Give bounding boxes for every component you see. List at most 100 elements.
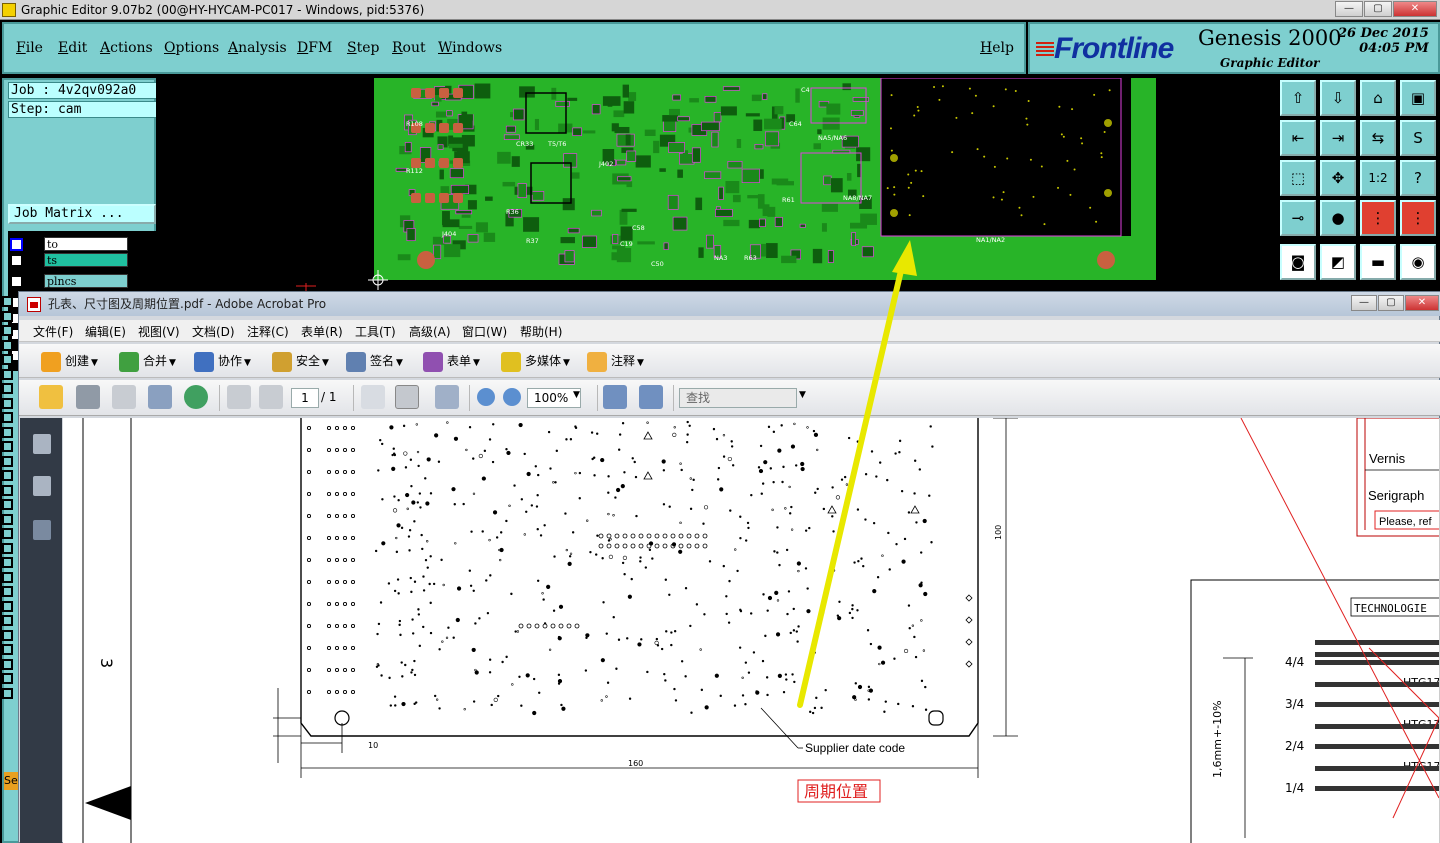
job-matrix-button[interactable]: Job Matrix ...	[8, 204, 156, 224]
acrobat-menu-view[interactable]: 视图(V)	[138, 323, 180, 340]
layer-edge-square	[2, 354, 13, 365]
pcb-canvas[interactable]: R108 R112 CR33 T5/T6 J404 C4 C64 NA5/NA6 NA8/NA7…	[156, 78, 1276, 293]
genesis-title-bar: Graphic Editor 9.07b2 (00@HY-HYCAM-PC017…	[0, 0, 1440, 20]
layer-edge-square	[2, 673, 13, 684]
pcb-label: R61	[782, 196, 795, 204]
menu-step[interactable]: Step	[347, 40, 379, 56]
stackup-layer-fraction: 1/4	[1285, 781, 1304, 795]
layer-edge-square	[2, 687, 13, 699]
toolbox-route-icon[interactable]: S	[1400, 120, 1436, 156]
table-row-serigraph: Serigraph	[1368, 488, 1424, 503]
page-number-input[interactable]: 1	[291, 388, 319, 408]
mounting-hole-left	[417, 251, 435, 269]
tooling-hole-right	[928, 710, 944, 726]
find-dropdown-icon[interactable]: ▼	[799, 390, 806, 400]
toolbox-net-icon[interactable]: ⋮	[1360, 200, 1396, 236]
save-icon[interactable]	[112, 385, 136, 409]
menu-windows[interactable]: Windows	[438, 40, 502, 56]
menu-help[interactable]: Help	[980, 40, 1014, 56]
attachments-panel-icon[interactable]	[33, 476, 51, 496]
menu-edit[interactable]: Edit	[58, 40, 87, 56]
layer-row-ts[interactable]: ts	[8, 252, 158, 268]
toolbox-snap-icon[interactable]: ◙	[1280, 244, 1316, 280]
zoom-dropdown-icon[interactable]: ▼	[573, 390, 580, 400]
acrobat-menu-forms[interactable]: 表单(R)	[301, 323, 343, 340]
comment-button[interactable]: 注释 ▼	[587, 351, 644, 373]
acrobat-minimize-button[interactable]: —	[1351, 295, 1377, 311]
acrobat-menu-document[interactable]: 文档(D)	[192, 323, 235, 340]
signatures-panel-icon[interactable]	[33, 520, 51, 540]
toolbox-export-icon[interactable]: ⇩	[1320, 80, 1356, 116]
toolbox-home-icon[interactable]: ⌂	[1360, 80, 1396, 116]
toolbox-scale-icon[interactable]: 1:2	[1360, 160, 1396, 196]
acrobat-menu-tools[interactable]: 工具(T)	[355, 323, 396, 340]
menu-actions[interactable]: Actions	[100, 40, 153, 56]
acrobat-menu-file[interactable]: 文件(F)	[33, 323, 73, 340]
dimension-100: 100	[994, 525, 1003, 540]
toolbox-probe-icon[interactable]: ●	[1320, 200, 1356, 236]
toolbox-ruler-icon[interactable]: ▬	[1360, 244, 1396, 280]
layer-row-to[interactable]: to	[8, 236, 158, 252]
find-input[interactable]: 查找	[679, 388, 797, 408]
pcb-label: NA5/NA6	[818, 134, 847, 142]
forms-button[interactable]: 表单 ▼	[423, 351, 480, 373]
toolbox-pan-icon[interactable]: ✥	[1320, 160, 1356, 196]
next-page-icon[interactable]	[259, 385, 283, 409]
layer-edge-square	[2, 513, 13, 525]
pcb-label: J404	[441, 230, 456, 238]
minimize-button[interactable]: —	[1335, 1, 1363, 17]
comment-icon	[587, 351, 607, 372]
menu-file[interactable]: File	[16, 40, 43, 56]
acrobat-close-button[interactable]: ✕	[1405, 295, 1439, 311]
maximize-button[interactable]: ▢	[1364, 1, 1392, 17]
menu-dfm[interactable]: DFM	[297, 40, 332, 56]
zoom-marquee-icon[interactable]	[435, 385, 459, 409]
toolbox-fit-icon[interactable]: ⬚	[1280, 160, 1316, 196]
sign-button[interactable]: 签名 ▼	[346, 351, 403, 373]
zoom-out-icon[interactable]	[477, 388, 495, 406]
prev-page-icon[interactable]	[227, 385, 251, 409]
pdf-document-view[interactable]: 3 10 160 100 Supplier date code 周期位置 Ver…	[63, 418, 1439, 843]
dimension-10: 10	[368, 741, 378, 750]
web-icon[interactable]	[184, 385, 208, 409]
toolbox-net2-icon[interactable]: ⋮	[1400, 200, 1436, 236]
toolbox-draw-icon[interactable]: ◩	[1320, 244, 1356, 280]
acrobat-restore-button[interactable]: ▢	[1378, 295, 1404, 311]
create-button[interactable]: 创建 ▼	[41, 351, 98, 373]
email-icon[interactable]	[148, 385, 172, 409]
hand-tool-icon[interactable]	[395, 385, 419, 409]
pages-panel-icon[interactable]	[33, 434, 51, 454]
secure-button[interactable]: 安全 ▼	[272, 351, 329, 373]
toolbox-in-icon[interactable]: ⇤	[1280, 120, 1316, 156]
menu-analysis[interactable]: Analysis	[228, 40, 287, 56]
toolbox-target-icon[interactable]: ◉	[1400, 244, 1436, 280]
acrobat-menu-window[interactable]: 窗口(W)	[462, 323, 507, 340]
fit-page-icon[interactable]	[639, 385, 663, 409]
fit-width-icon[interactable]	[603, 385, 627, 409]
layer-row-plncs[interactable]: plncs	[8, 273, 158, 289]
toolbox-swap-icon[interactable]: ⇆	[1360, 120, 1396, 156]
multimedia-button[interactable]: 多媒体 ▼	[501, 351, 570, 373]
print-icon[interactable]	[76, 385, 100, 409]
toolbox-measure-icon[interactable]: ⊸	[1280, 200, 1316, 236]
stackup-layer-fraction: 4/4	[1285, 655, 1304, 669]
acrobat-menu-advanced[interactable]: 高级(A)	[409, 323, 451, 340]
toolbox-help-icon[interactable]: ?	[1400, 160, 1436, 196]
layer-edge-square	[2, 615, 13, 626]
menu-rout[interactable]: Rout	[392, 40, 426, 56]
toolbox-window-icon[interactable]: ▣	[1400, 80, 1436, 116]
open-folder-icon[interactable]	[39, 385, 63, 409]
acrobat-menu-comments[interactable]: 注释(C)	[247, 323, 289, 340]
acrobat-menu-edit[interactable]: 编辑(E)	[85, 323, 126, 340]
genesis-toolbox: ⇧ ⇩ ⌂ ▣ ⇤ ⇥ ⇆ S ⬚ ✥ 1:2 ? ⊸ ● ⋮ ⋮ ◙ ◩ ▬ …	[1276, 78, 1440, 293]
toolbox-import-icon[interactable]: ⇧	[1280, 80, 1316, 116]
combine-button[interactable]: 合并 ▼	[119, 351, 176, 373]
zoom-in-icon[interactable]	[503, 388, 521, 406]
close-button[interactable]: ✕	[1393, 1, 1437, 17]
select-text-icon[interactable]	[361, 385, 385, 409]
menu-options[interactable]: Options	[164, 40, 219, 56]
collaborate-button[interactable]: 协作 ▼	[194, 351, 251, 373]
toolbox-out-icon[interactable]: ⇥	[1320, 120, 1356, 156]
acrobat-menu-help[interactable]: 帮助(H)	[520, 323, 562, 340]
layer-edge-square	[2, 484, 13, 496]
